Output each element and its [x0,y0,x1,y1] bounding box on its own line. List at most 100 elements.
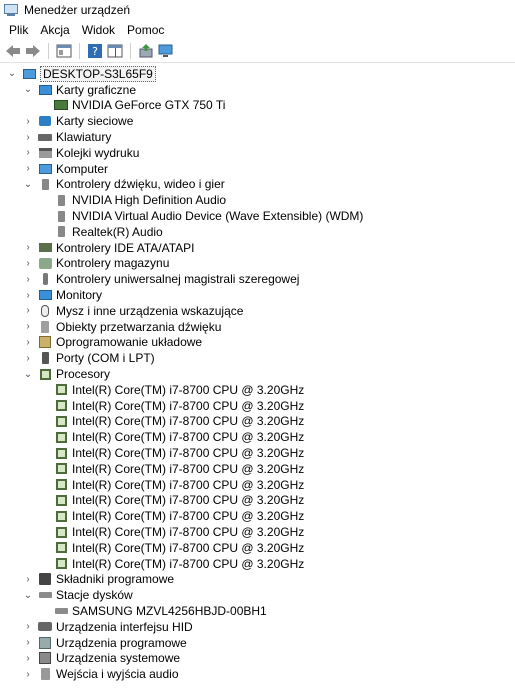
tree-category[interactable]: › Wejścia i wyjścia audio [0,666,515,682]
collapse-chevron-icon[interactable]: ⌄ [22,589,34,601]
tree-category[interactable]: › Mysz i inne urządzenia wskazujące [0,303,515,319]
tree-category[interactable]: ⌄ Kontrolery dźwięku, wideo i gier [0,177,515,193]
expand-chevron-icon[interactable]: › [22,257,34,269]
toolbar-separator [79,43,80,59]
tree-device[interactable]: Intel(R) Core(TM) i7-8700 CPU @ 3.20GHz [0,445,515,461]
tree-category[interactable]: › Urządzenia programowe [0,635,515,651]
properties-window-icon[interactable] [55,42,73,60]
tree-device[interactable]: Intel(R) Core(TM) i7-8700 CPU @ 3.20GHz [0,414,515,430]
tree-category[interactable]: › Kontrolery magazynu [0,256,515,272]
tree-category[interactable]: › Urządzenia systemowe [0,650,515,666]
svg-text:?: ? [92,45,98,58]
tree-category[interactable]: › Klawiatury [0,129,515,145]
keyboard-icon [38,130,52,144]
expand-chevron-icon[interactable]: › [22,573,34,585]
forward-arrow-icon[interactable] [24,42,42,60]
tree-category[interactable]: ⌄ Karty graficzne [0,82,515,98]
device-label: Intel(R) Core(TM) i7-8700 CPU @ 3.20GHz [72,398,305,413]
network-adapter-icon [38,114,52,128]
tree-category[interactable]: › Kontrolery IDE ATA/ATAPI [0,240,515,256]
menu-view[interactable]: Widok [76,23,121,37]
expand-chevron-icon[interactable]: › [22,273,34,285]
expand-chevron-icon[interactable]: › [22,147,34,159]
collapse-chevron-icon[interactable]: ⌄ [22,368,34,380]
collapse-chevron-icon[interactable]: ⌄ [22,178,34,190]
expand-chevron-icon[interactable]: › [22,336,34,348]
tree-device[interactable]: Intel(R) Core(TM) i7-8700 CPU @ 3.20GHz [0,556,515,572]
mouse-icon [38,304,52,318]
expand-chevron-icon[interactable]: › [22,321,34,333]
details-pane-icon[interactable] [106,42,124,60]
tree-category[interactable]: › Urządzenia interfejsu HID [0,619,515,635]
speaker-icon [54,225,68,239]
processor-icon [54,493,68,507]
device-label: Intel(R) Core(TM) i7-8700 CPU @ 3.20GHz [72,540,305,555]
tree-device[interactable]: Intel(R) Core(TM) i7-8700 CPU @ 3.20GHz [0,398,515,414]
category-label: Komputer [56,161,109,176]
collapse-chevron-icon[interactable]: ⌄ [6,68,18,80]
tree-device[interactable]: Realtek(R) Audio [0,224,515,240]
storage-controller-icon [38,256,52,270]
scan-hardware-icon[interactable] [157,42,175,60]
tree-device[interactable]: Intel(R) Core(TM) i7-8700 CPU @ 3.20GHz [0,540,515,556]
tree-device[interactable]: Intel(R) Core(TM) i7-8700 CPU @ 3.20GHz [0,477,515,493]
expand-chevron-icon[interactable]: › [22,131,34,143]
tree-device[interactable]: Intel(R) Core(TM) i7-8700 CPU @ 3.20GHz [0,524,515,540]
expand-chevron-icon[interactable]: › [22,163,34,175]
tree-device[interactable]: Intel(R) Core(TM) i7-8700 CPU @ 3.20GHz [0,508,515,524]
menu-help[interactable]: Pomoc [121,23,170,37]
expand-chevron-icon[interactable]: › [22,668,34,680]
tree-category[interactable]: › Karty sieciowe [0,113,515,129]
audio-io-icon [38,667,52,681]
tree-device[interactable]: Intel(R) Core(TM) i7-8700 CPU @ 3.20GHz [0,493,515,509]
category-label: Mysz i inne urządzenia wskazujące [56,303,244,318]
expand-chevron-icon[interactable]: › [22,305,34,317]
menu-action[interactable]: Akcja [34,23,75,37]
tree-category[interactable]: ⌄ Stacje dysków [0,587,515,603]
tree-category[interactable]: › Porty (COM i LPT) [0,350,515,366]
tree-category[interactable]: › Kolejki wydruku [0,145,515,161]
category-label: Urządzenia programowe [56,635,187,650]
firmware-icon [38,335,52,349]
processor-icon [38,367,52,381]
tree-category[interactable]: › Komputer [0,161,515,177]
category-label: Urządzenia systemowe [56,651,181,666]
category-label: Oprogramowanie układowe [56,335,203,350]
tree-device[interactable]: NVIDIA High Definition Audio [0,192,515,208]
category-label: Klawiatury [56,130,112,145]
device-label: Intel(R) Core(TM) i7-8700 CPU @ 3.20GHz [72,382,305,397]
tree-device[interactable]: Intel(R) Core(TM) i7-8700 CPU @ 3.20GHz [0,461,515,477]
device-label: Intel(R) Core(TM) i7-8700 CPU @ 3.20GHz [72,477,305,492]
device-label: NVIDIA Virtual Audio Device (Wave Extens… [72,209,364,224]
expand-chevron-icon[interactable]: › [22,242,34,254]
category-label: Kontrolery uniwersalnej magistrali szere… [56,272,300,287]
computer-icon [38,162,52,176]
usb-icon [38,272,52,286]
expand-chevron-icon[interactable]: › [22,289,34,301]
update-driver-icon[interactable] [137,42,155,60]
device-label: Intel(R) Core(TM) i7-8700 CPU @ 3.20GHz [72,525,305,539]
expand-chevron-icon[interactable]: › [22,621,34,633]
processor-icon [54,478,68,492]
tree-category[interactable]: › Monitory [0,287,515,303]
menu-file[interactable]: Plik [3,23,34,37]
expand-chevron-icon[interactable]: › [22,115,34,127]
help-icon[interactable]: ? [86,42,104,60]
tree-device[interactable]: SAMSUNG MZVL4256HBJD-00BH1 [0,603,515,619]
expand-chevron-icon[interactable]: › [22,637,34,649]
tree-device[interactable]: NVIDIA Virtual Audio Device (Wave Extens… [0,208,515,224]
collapse-chevron-icon[interactable]: ⌄ [22,84,34,96]
tree-device[interactable]: Intel(R) Core(TM) i7-8700 CPU @ 3.20GHz [0,429,515,445]
tree-category[interactable]: › Składniki programowe [0,572,515,588]
expand-chevron-icon[interactable]: › [22,352,34,364]
expand-chevron-icon[interactable]: › [22,652,34,664]
tree-category[interactable]: › Obiekty przetwarzania dźwięku [0,319,515,335]
tree-category[interactable]: › Kontrolery uniwersalnej magistrali sze… [0,271,515,287]
tree-category[interactable]: › Oprogramowanie układowe [0,335,515,351]
tree-device[interactable]: NVIDIA GeForce GTX 750 Ti [0,98,515,114]
back-arrow-icon[interactable] [4,42,22,60]
tree-category[interactable]: ⌄ Procesory [0,366,515,382]
category-label: Monitory [56,288,103,303]
tree-root[interactable]: ⌄ DESKTOP-S3L65F9 [0,65,515,82]
tree-device[interactable]: Intel(R) Core(TM) i7-8700 CPU @ 3.20GHz [0,382,515,398]
